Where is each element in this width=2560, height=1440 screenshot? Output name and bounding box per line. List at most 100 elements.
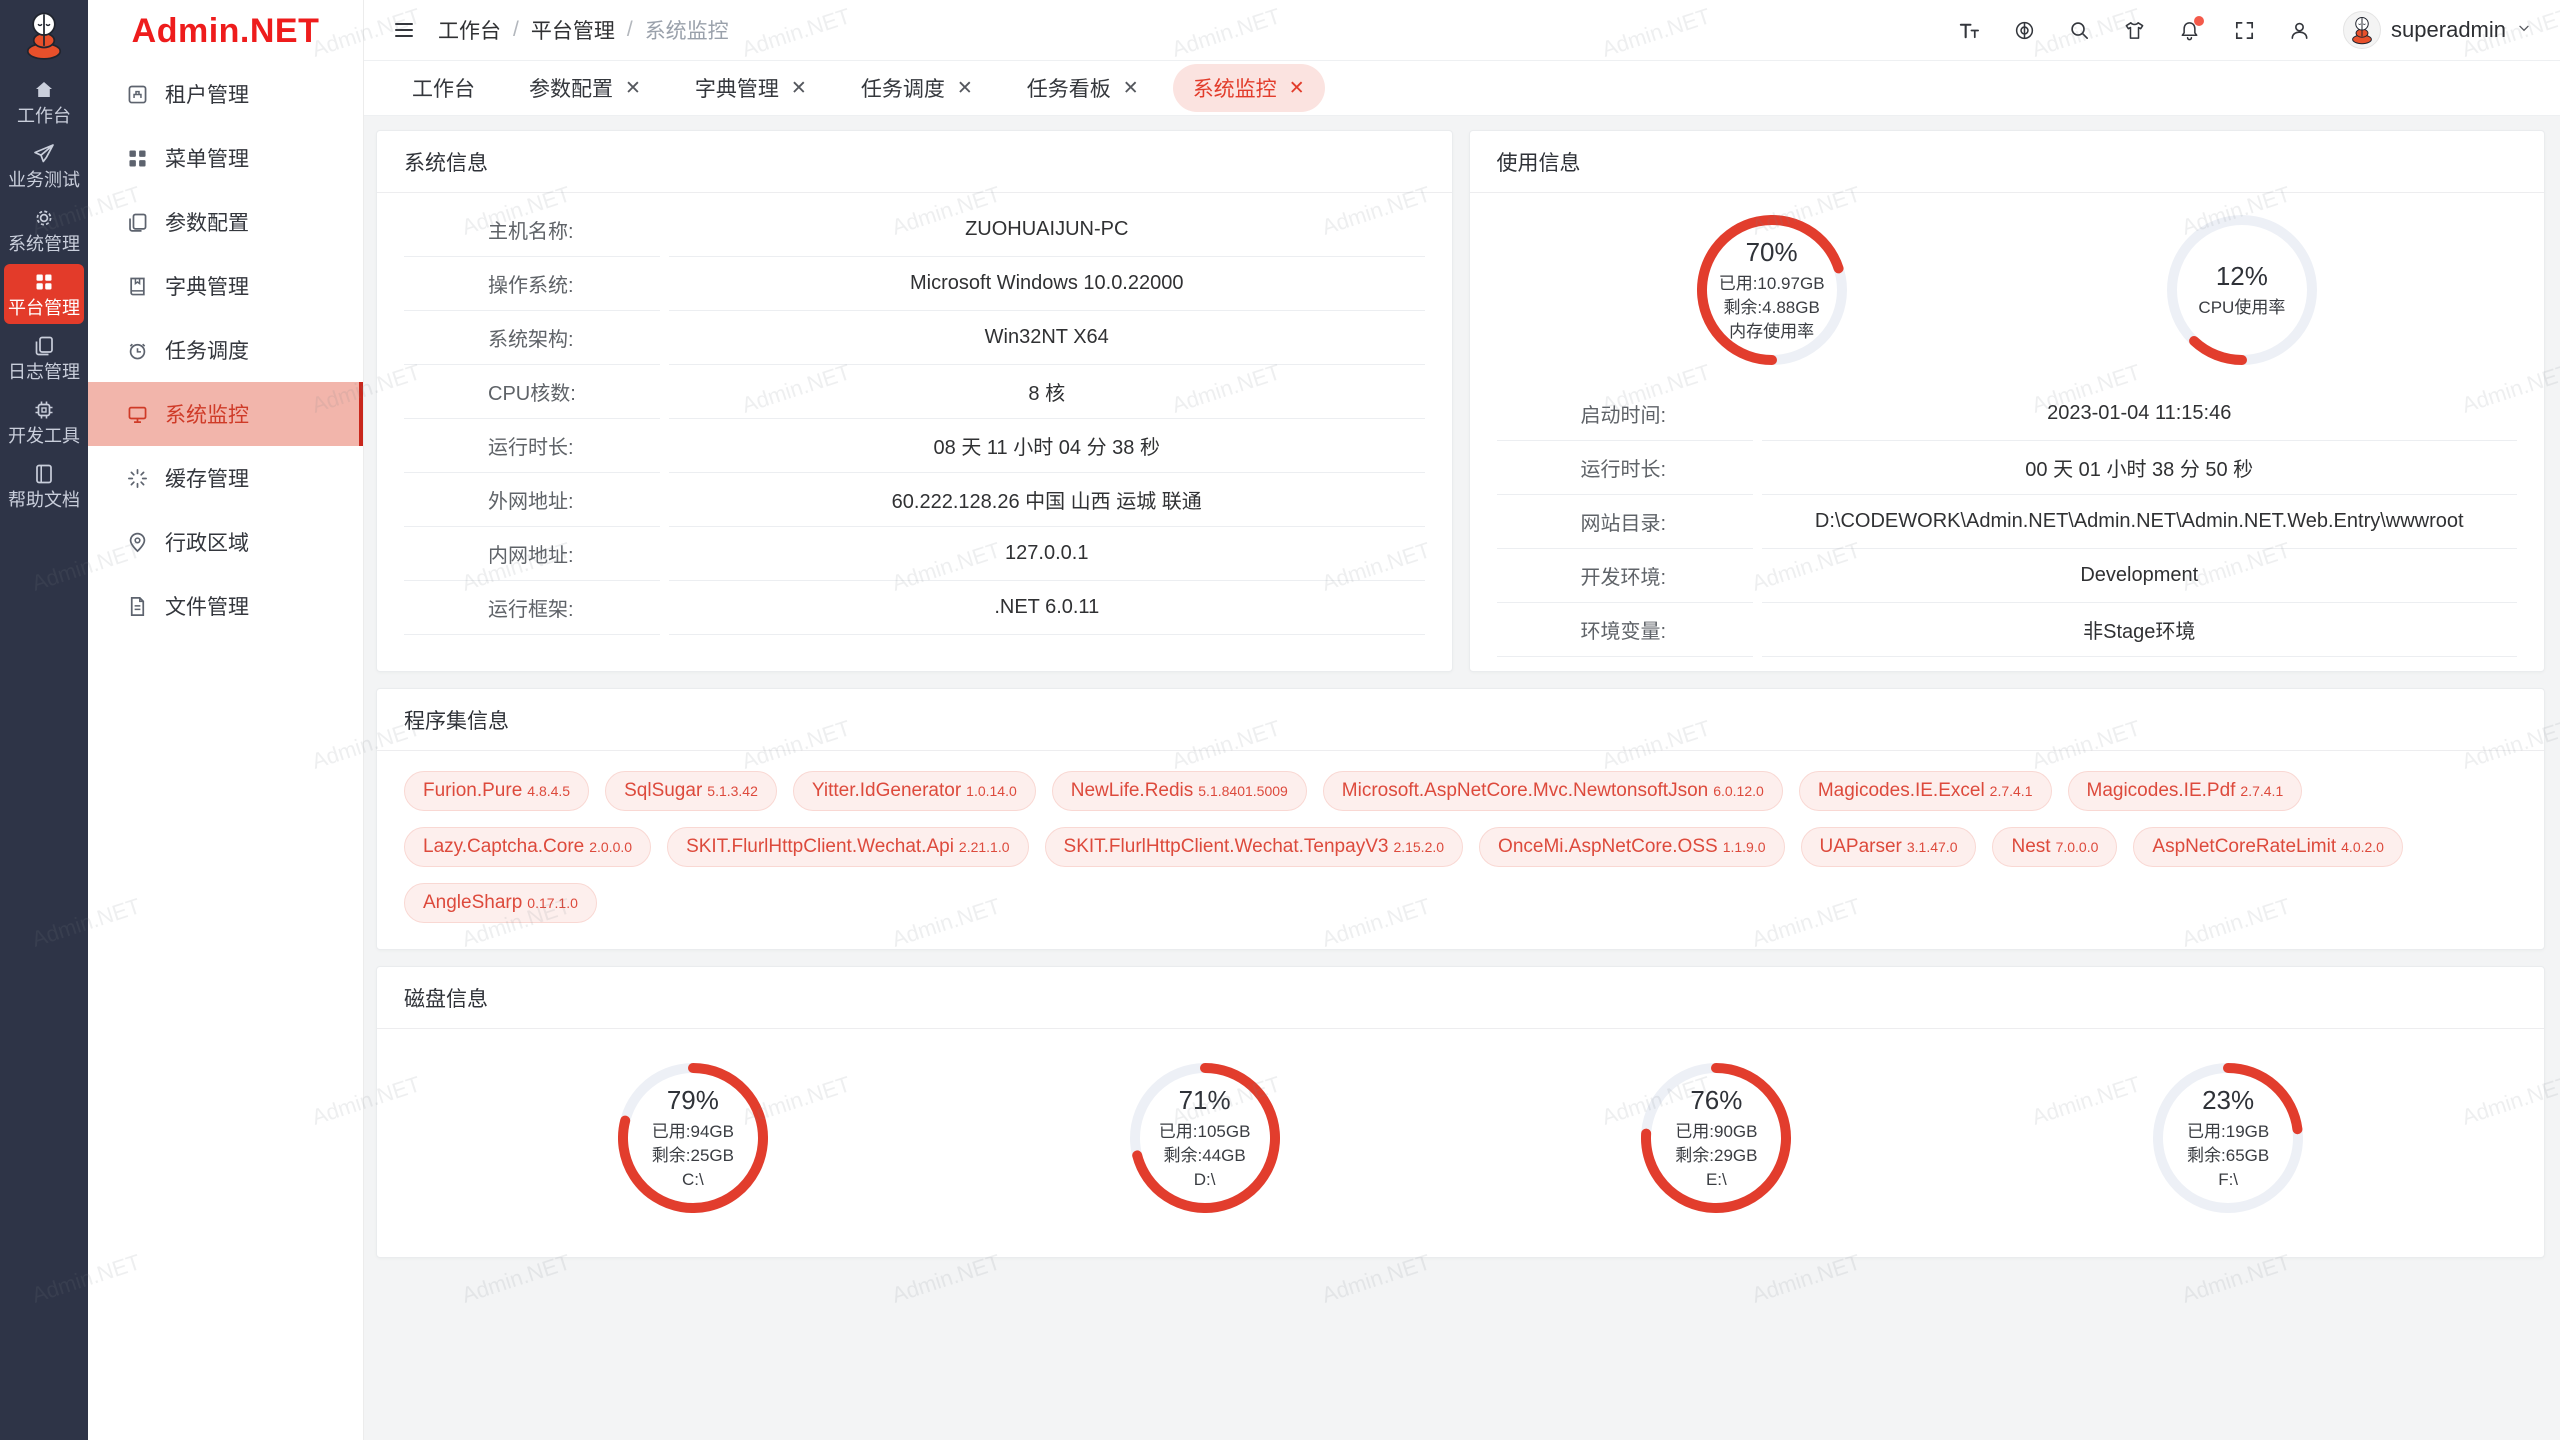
rail-item-dev-tools[interactable]: 开发工具: [4, 392, 84, 452]
gauge-line: D:\: [1194, 1168, 1216, 1192]
package-name: SqlSugar: [624, 780, 702, 802]
menu-item-dict-mgmt[interactable]: 字典管理: [88, 254, 363, 318]
package-name: AspNetCoreRateLimit: [2152, 836, 2336, 858]
menu-item-param-config[interactable]: 参数配置: [88, 190, 363, 254]
breadcrumb-item[interactable]: 工作台: [438, 15, 501, 45]
package-version: 1.0.14.0: [966, 783, 1017, 799]
menu-item-label: 文件管理: [165, 591, 249, 621]
monitor-icon: [126, 403, 149, 426]
gauge-text: 70% 已用:10.97GB 剩余:4.88GB 内存使用率: [1697, 215, 1847, 365]
rail-item-business-test[interactable]: 业务测试: [4, 136, 84, 196]
info-row-label: 开发环境:: [1497, 549, 1753, 603]
info-row-label: 启动时间:: [1497, 387, 1753, 441]
tab-task-schedule[interactable]: 任务调度 ✕: [841, 64, 993, 112]
usage-info-table: 启动时间: 2023-01-04 11:15:46 运行时长: 00 天 01 …: [1497, 377, 2518, 657]
package-name: Lazy.Captcha.Core: [423, 836, 584, 858]
gauge-line: 已用:105GB: [1159, 1120, 1251, 1144]
card-title: 磁盘信息: [377, 967, 2544, 1029]
close-icon[interactable]: ✕: [957, 79, 973, 98]
package-version: 2.0.0.0: [589, 839, 632, 855]
rail-item-help-docs[interactable]: 帮助文档: [4, 456, 84, 516]
info-row-label: 环境变量:: [1497, 603, 1753, 657]
user-menu[interactable]: superadmin: [2343, 11, 2532, 49]
chevron-down-icon: [2516, 20, 2532, 41]
package-version: 5.1.3.42: [707, 783, 758, 799]
package-badge: OnceMi.AspNetCore.OSS1.1.9.0: [1479, 827, 1784, 867]
theme-shirt-icon[interactable]: [2123, 19, 2146, 42]
menu-item-admin-region[interactable]: 行政区域: [88, 510, 363, 574]
menu-item-label: 系统监控: [165, 399, 249, 429]
tab-dict-mgmt[interactable]: 字典管理 ✕: [675, 64, 827, 112]
gauge-percent: 76%: [1690, 1085, 1742, 1116]
menu-item-file-mgmt[interactable]: 文件管理: [88, 574, 363, 638]
close-icon[interactable]: ✕: [1123, 79, 1139, 98]
info-row-label: 网站目录:: [1497, 495, 1753, 549]
info-row-label: 运行时长:: [1497, 441, 1753, 495]
disk-info-card: 磁盘信息 79% 已用:94GB 剩余:25GB C:\ 71% 已用:105G…: [376, 966, 2545, 1258]
gauge-percent: 23%: [2202, 1085, 2254, 1116]
grid-icon: [32, 270, 56, 294]
search-icon[interactable]: [2068, 19, 2091, 42]
package-badge: Magicodes.IE.Excel 2.7.4.1: [1799, 771, 2052, 811]
info-row: 运行时长: 08 天 11 小时 04 分 38 秒: [404, 419, 1425, 473]
close-icon[interactable]: ✕: [625, 79, 641, 98]
language-icon[interactable]: [2013, 19, 2036, 42]
rail-item-label: 工作台: [17, 106, 71, 126]
info-row-label: 外网地址:: [404, 473, 660, 527]
tab-system-monitor[interactable]: 系统监控 ✕: [1173, 64, 1325, 112]
info-row-label: CPU核数:: [404, 365, 660, 419]
tab-workbench[interactable]: 工作台: [392, 64, 495, 112]
menu-item-menu-mgmt[interactable]: 菜单管理: [88, 126, 363, 190]
menu-item-system-monitor[interactable]: 系统监控: [88, 382, 363, 446]
package-version: 2.21.1.0: [959, 839, 1010, 855]
info-row: 开发环境: Development: [1497, 549, 2518, 603]
gauge-line: 内存使用率: [1729, 320, 1814, 344]
package-name: Magicodes.IE.Excel: [1818, 780, 1985, 802]
gauge: 23% 已用:19GB 剩余:65GB F:\: [2153, 1063, 2303, 1213]
info-row-value: ZUOHUAIJUN-PC: [669, 203, 1425, 257]
tab-param-config[interactable]: 参数配置 ✕: [509, 64, 661, 112]
info-row-value: 00 天 01 小时 38 分 50 秒: [1762, 441, 2518, 495]
package-badge: Lazy.Captcha.Core 2.0.0.0: [404, 827, 651, 867]
package-version: 1.1.9.0: [1723, 839, 1766, 855]
font-size-icon[interactable]: [1958, 19, 1981, 42]
close-icon[interactable]: ✕: [791, 79, 807, 98]
info-row-value: 08 天 11 小时 04 分 38 秒: [669, 419, 1425, 473]
rail-item-label: 日志管理: [8, 362, 80, 382]
package-version: 2.7.4.1: [1990, 783, 2033, 799]
gauge: 76% 已用:90GB 剩余:29GB E:\: [1641, 1063, 1791, 1213]
menu-item-label: 字典管理: [165, 271, 249, 301]
avatar: [2343, 11, 2381, 49]
gauge-percent: 71%: [1179, 1085, 1231, 1116]
package-badge: AspNetCoreRateLimit4.0.2.0: [2133, 827, 2403, 867]
notification-bell-icon[interactable]: [2178, 19, 2201, 42]
rail-item-system-mgmt[interactable]: 系统管理: [4, 200, 84, 260]
breadcrumb-item[interactable]: 平台管理: [531, 15, 615, 45]
package-badges: Furion.Pure4.8.4.5 SqlSugar5.1.3.42 Yitt…: [404, 751, 2517, 949]
info-row-value: 非Stage环境: [1762, 603, 2518, 657]
gauge-text: 79% 已用:94GB 剩余:25GB C:\: [618, 1063, 768, 1213]
close-icon[interactable]: ✕: [1289, 79, 1305, 98]
gauge: 79% 已用:94GB 剩余:25GB C:\: [618, 1063, 768, 1213]
brand-logo: Admin.NET: [88, 0, 363, 62]
menu-item-cache-mgmt[interactable]: 缓存管理: [88, 446, 363, 510]
rail-item-log-mgmt[interactable]: 日志管理: [4, 328, 84, 388]
notification-badge: [2194, 16, 2204, 26]
card-title: 程序集信息: [377, 689, 2544, 751]
copy-docs-icon: [126, 211, 149, 234]
info-row-label: 内网地址:: [404, 527, 660, 581]
package-name: Magicodes.IE.Pdf: [2087, 780, 2236, 802]
breadcrumb-separator: /: [513, 18, 519, 42]
rail-item-platform-mgmt[interactable]: 平台管理: [4, 264, 84, 324]
menu-item-tenant-mgmt[interactable]: 租户管理: [88, 62, 363, 126]
profile-icon[interactable]: [2288, 19, 2311, 42]
fullscreen-icon[interactable]: [2233, 19, 2256, 42]
tab-task-board[interactable]: 任务看板 ✕: [1007, 64, 1159, 112]
collapse-menu-icon[interactable]: [392, 18, 416, 42]
rail-item-workbench[interactable]: 工作台: [4, 72, 84, 132]
menu-item-task-schedule[interactable]: 任务调度: [88, 318, 363, 382]
menu-item-label: 缓存管理: [165, 463, 249, 493]
rail-item-label: 业务测试: [8, 170, 80, 190]
info-row-value: Microsoft Windows 10.0.22000: [669, 257, 1425, 311]
package-name: NewLife.Redis: [1071, 780, 1194, 802]
